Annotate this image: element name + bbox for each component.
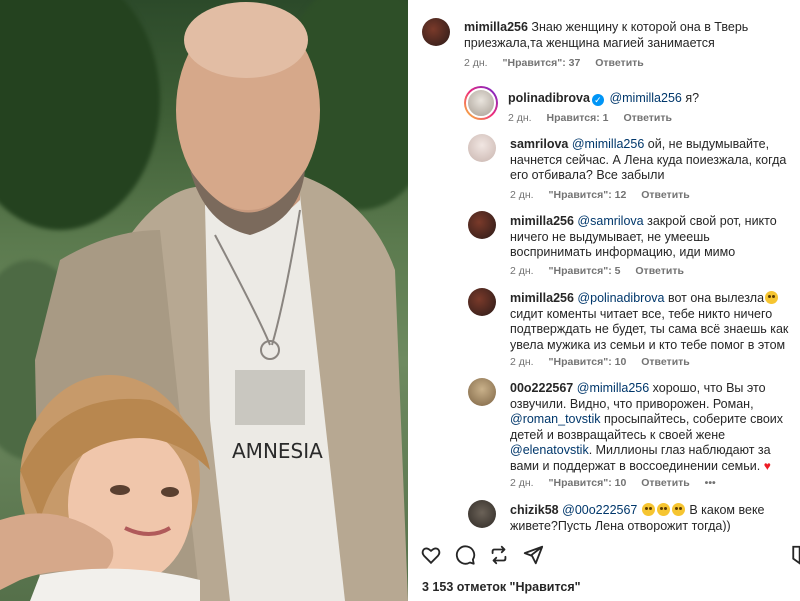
- comment-meta: 2 дн. "Нравится": 10 Ответить: [510, 356, 702, 368]
- comment-username[interactable]: polinadibrova: [508, 91, 590, 105]
- share-icon[interactable]: [522, 544, 544, 566]
- comment-meta: 2 дн. "Нравится": 5 Ответить: [510, 265, 696, 277]
- comment-time[interactable]: 2 дн.: [510, 356, 534, 368]
- comment-likes[interactable]: "Нравится": 5: [549, 265, 621, 277]
- comment-username[interactable]: mimilla256: [510, 214, 574, 228]
- avatar[interactable]: [468, 288, 496, 316]
- avatar[interactable]: [468, 134, 496, 162]
- comment-body: mimilla256 @samrilova закрой свой рот, н…: [510, 214, 790, 261]
- comment-time[interactable]: 2 дн.: [510, 189, 534, 201]
- people-illustration: AMNESIA: [0, 2, 408, 601]
- avatar[interactable]: [468, 500, 496, 528]
- comment-meta: 2 дн. "Нравится": 37 Ответить: [464, 57, 656, 69]
- comment-meta: 2 дн. "Нравится": 10 Ответить •••: [510, 477, 728, 489]
- more-options-icon[interactable]: •••: [705, 477, 716, 489]
- comment-username[interactable]: chizik58: [510, 503, 559, 517]
- avatar[interactable]: [464, 86, 498, 120]
- comments-list[interactable]: mimilla256 Знаю женщину к которой она в …: [408, 0, 800, 532]
- comments-panel: mimilla256 Знаю женщину к которой она в …: [408, 0, 800, 601]
- emoji-icon: [641, 503, 655, 516]
- mention-link[interactable]: @elenatovstik: [510, 443, 589, 457]
- mention-link[interactable]: @00o222567: [562, 503, 637, 517]
- comment-likes[interactable]: "Нравится": 37: [503, 57, 581, 69]
- comment-username[interactable]: samrilova: [510, 137, 568, 151]
- comment-time[interactable]: 2 дн.: [508, 112, 532, 124]
- repost-icon[interactable]: [488, 544, 510, 566]
- avatar[interactable]: [468, 211, 496, 239]
- comment-text: сидит коменты читает все, тебе никто нич…: [510, 306, 789, 352]
- reply-button[interactable]: Ответить: [623, 112, 672, 124]
- post-action-bar: [408, 538, 800, 572]
- avatar[interactable]: [468, 378, 496, 406]
- emoji-icon: [765, 291, 779, 304]
- comment-body: polinadibrova ✓ @mimilla256 я?: [508, 91, 788, 107]
- comment-body: mimilla256 @polinadibrova вот она вылезл…: [510, 291, 790, 353]
- reply-button[interactable]: Ответить: [595, 57, 644, 69]
- comment-time[interactable]: 2 дн.: [464, 57, 488, 69]
- heart-outline-icon[interactable]: [420, 544, 442, 566]
- verified-badge-icon: ✓: [591, 94, 604, 106]
- comment-body: 00o222567 @mimilla256 хорошо, что Вы это…: [510, 381, 792, 474]
- comment-body: chizik58 @00o222567 В каком веке живете?…: [510, 503, 790, 532]
- comment-meta: 2 дн. Нравится: 1 Ответить: [508, 112, 684, 124]
- likes-count[interactable]: 3 153 отметок "Нравится": [422, 580, 581, 594]
- shirt-print-text: AMNESIA: [232, 439, 323, 463]
- bookmark-icon[interactable]: [792, 544, 800, 566]
- mention-link[interactable]: @roman_tovstik: [510, 412, 601, 426]
- reply-button[interactable]: Ответить: [641, 477, 690, 489]
- comment-time[interactable]: 2 дн.: [510, 477, 534, 489]
- comment-likes[interactable]: "Нравится": 10: [549, 477, 627, 489]
- reply-button[interactable]: Ответить: [641, 356, 690, 368]
- comment-text: я?: [685, 91, 700, 105]
- comment-likes[interactable]: "Нравится": 12: [549, 189, 627, 201]
- emoji-icon: [671, 503, 685, 516]
- comment-text: вот она вылезла: [667, 291, 765, 305]
- reply-button[interactable]: Ответить: [635, 265, 684, 277]
- reply-button[interactable]: Ответить: [641, 189, 690, 201]
- mention-link[interactable]: @samrilova: [577, 214, 643, 228]
- avatar[interactable]: [422, 18, 450, 46]
- comment-username[interactable]: mimilla256: [464, 20, 528, 34]
- comment-meta: 2 дн. "Нравится": 12 Ответить: [510, 189, 702, 201]
- emoji-icon: [656, 503, 670, 516]
- comment-username[interactable]: mimilla256: [510, 291, 574, 305]
- comment-username[interactable]: 00o222567: [510, 381, 573, 395]
- comment-likes[interactable]: Нравится: 1: [547, 112, 609, 124]
- comment-icon[interactable]: [454, 544, 476, 566]
- mention-link[interactable]: @polinadibrova: [577, 291, 664, 305]
- heart-emoji-icon: ♥: [763, 458, 771, 473]
- mention-link[interactable]: @mimilla256: [577, 381, 649, 395]
- comment-body: mimilla256 Знаю женщину к которой она в …: [464, 20, 784, 51]
- post-photo[interactable]: AMNESIA: [0, 0, 408, 601]
- comment-likes[interactable]: "Нравится": 10: [549, 356, 627, 368]
- comment-body: samrilova @mimilla256 ой, не выдумывайте…: [510, 137, 790, 184]
- mention-link[interactable]: @mimilla256: [572, 137, 644, 151]
- mention-link[interactable]: @mimilla256: [609, 91, 681, 105]
- comment-time[interactable]: 2 дн.: [510, 265, 534, 277]
